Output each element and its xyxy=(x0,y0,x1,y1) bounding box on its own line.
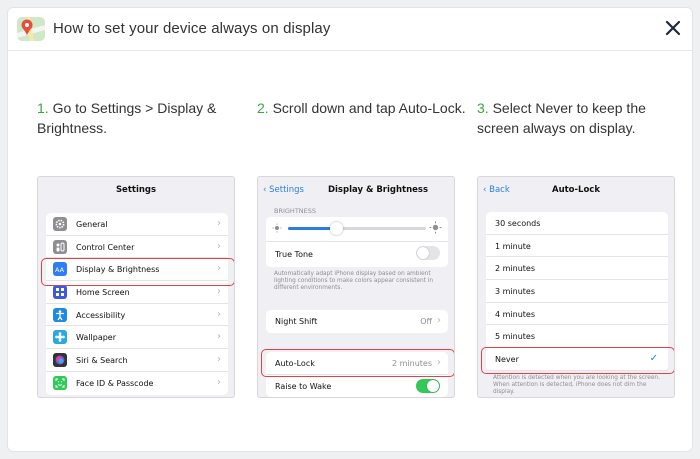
auto-lock-option[interactable]: 4 minutes xyxy=(486,303,668,326)
home-screen-icon xyxy=(53,285,67,300)
brightness-group: True Tone xyxy=(266,217,448,267)
settings-item-general[interactable]: General › xyxy=(46,213,228,236)
chevron-right-icon: › xyxy=(217,218,221,229)
true-tone-label: True Tone xyxy=(275,250,313,259)
sun-small-icon xyxy=(272,223,282,233)
settings-item-label: Wallpaper xyxy=(76,333,117,343)
nav-bar: ‹ Settings Display & Brightness xyxy=(258,177,454,203)
raise-to-wake-label: Raise to Wake xyxy=(275,381,332,391)
auto-lock-option[interactable]: 1 minute xyxy=(486,235,668,258)
step-number: 1. xyxy=(37,100,49,116)
auto-lock-option[interactable]: 30 seconds xyxy=(486,212,668,235)
chevron-right-icon: › xyxy=(217,286,221,298)
highlight-box xyxy=(261,349,454,377)
auto-lock-screenshot: ‹ Back Auto-Lock 30 seconds 1 minute 2 m… xyxy=(477,176,675,398)
night-shift-label: Night Shift xyxy=(275,317,318,326)
nav-title: Settings xyxy=(115,185,157,195)
nav-bar: ‹ Back Auto-Lock xyxy=(478,177,674,203)
settings-item-label: Face ID & Passcode xyxy=(76,378,154,388)
brightness-slider-knob[interactable] xyxy=(330,222,344,235)
highlight-box xyxy=(481,347,674,374)
wallpaper-icon xyxy=(53,330,67,345)
settings-item-accessibility[interactable]: Accessibility › xyxy=(46,304,228,327)
step-2-text: 2. Scroll down and tap Auto-Lock. xyxy=(257,98,467,118)
settings-item-label: Siri & Search xyxy=(76,356,128,366)
auto-lock-option[interactable]: 5 minutes xyxy=(486,325,668,349)
chevron-right-icon: › xyxy=(217,331,221,343)
true-tone-note: Automatically adapt iPhone display based… xyxy=(274,271,434,292)
dialog: How to set your device always on display… xyxy=(7,7,693,452)
step-1-text: 1. Go to Settings > Display & Brightness… xyxy=(37,98,247,138)
dialog-header: How to set your device always on display xyxy=(8,8,692,51)
settings-item-label: Control Center xyxy=(76,242,135,252)
gear-icon xyxy=(53,217,67,231)
step-instruction: Scroll down and tap Auto-Lock. xyxy=(268,100,466,116)
accessibility-icon xyxy=(53,307,67,322)
control-center-icon xyxy=(53,239,67,254)
nav-title: Auto-Lock xyxy=(551,185,600,195)
toggle-knob xyxy=(427,379,439,392)
settings-item-label: Home Screen xyxy=(76,288,130,298)
settings-list: General › Control Center › AA Display & Br… xyxy=(46,213,228,395)
night-shift-group: Night Shift Off › xyxy=(266,310,448,333)
chevron-right-icon: › xyxy=(217,354,221,366)
brightness-slider[interactable] xyxy=(288,222,426,235)
chevron-right-icon: › xyxy=(437,315,441,326)
option-label: 1 minute xyxy=(495,241,531,251)
option-label: 3 minutes xyxy=(495,287,536,297)
chevron-right-icon: › xyxy=(217,240,221,252)
attention-note: Attention is detected when you are looki… xyxy=(493,375,660,396)
brightness-fill xyxy=(288,227,337,230)
option-label: 5 minutes xyxy=(495,332,536,342)
siri-icon xyxy=(53,353,67,368)
settings-item-label: Accessibility xyxy=(76,310,126,320)
display-brightness-screenshot: ‹ Settings Display & Brightness BRIGHTNE… xyxy=(257,176,455,398)
settings-item-label: General xyxy=(76,220,108,229)
toggle-knob xyxy=(417,247,429,259)
highlight-box xyxy=(41,258,234,286)
nav-title: Display & Brightness xyxy=(327,185,429,195)
section-header: BRIGHTNESS xyxy=(274,207,317,215)
raise-to-wake-toggle[interactable] xyxy=(416,378,440,393)
sun-large-icon xyxy=(429,221,442,234)
close-icon[interactable] xyxy=(662,17,684,39)
settings-item-siri-search[interactable]: Siri & Search › xyxy=(46,349,228,372)
step-instruction: Select Never to keep the screen always o… xyxy=(477,100,646,136)
settings-item-wallpaper[interactable]: Wallpaper › xyxy=(46,326,228,350)
dialog-title: How to set your device always on display xyxy=(53,20,331,37)
chevron-right-icon: › xyxy=(217,376,221,388)
night-shift-value: Off xyxy=(420,317,432,326)
step-instruction: Go to Settings > Display & Brightness. xyxy=(37,100,217,136)
raise-to-wake-row[interactable]: Raise to Wake xyxy=(266,375,448,397)
maps-app-icon xyxy=(17,17,45,41)
face-id-icon xyxy=(53,375,67,390)
step-3-text: 3. Select Never to keep the screen alway… xyxy=(477,98,677,138)
option-label: 30 seconds xyxy=(495,219,541,228)
chevron-right-icon: › xyxy=(217,308,221,320)
step-number: 2. xyxy=(257,100,269,116)
step-number: 3. xyxy=(477,100,489,116)
night-shift-row[interactable]: Night Shift Off › xyxy=(266,310,448,333)
true-tone-toggle[interactable] xyxy=(416,246,440,260)
settings-item-face-id[interactable]: Face ID & Passcode › xyxy=(46,372,228,395)
option-label: 2 minutes xyxy=(495,264,536,274)
option-label: 4 minutes xyxy=(495,309,536,319)
auto-lock-option[interactable]: 2 minutes xyxy=(486,257,668,281)
nav-bar: Settings xyxy=(38,177,234,203)
settings-screenshot: Settings General › Control Center › AA Dis… xyxy=(37,176,235,398)
settings-item-control-center[interactable]: Control Center › xyxy=(46,236,228,259)
auto-lock-option[interactable]: 3 minutes xyxy=(486,280,668,303)
